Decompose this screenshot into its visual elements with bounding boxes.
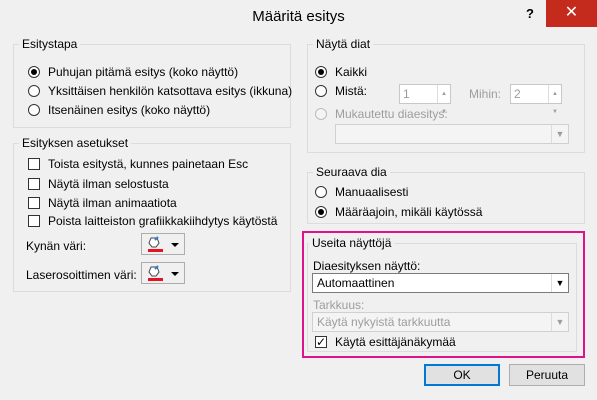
from-value: 1 [403, 87, 410, 101]
monitor-label: Diaesityksen näyttö: [313, 259, 421, 273]
radio-all-slides-label: Kaikki [335, 65, 368, 79]
pen-color-button[interactable] [141, 233, 185, 255]
spinner-arrows[interactable]: ▲ ▼ [548, 85, 561, 115]
radio-timings[interactable]: Määräajoin, mikäli käytössä [315, 203, 482, 221]
checkbox-disable-hw-accel-label: Poista laitteiston grafiikkakiihdytys kä… [48, 214, 278, 228]
radio-presenter[interactable]: Puhujan pitämä esitys (koko näyttö) [28, 63, 238, 81]
radio-kiosk-circle[interactable] [28, 104, 40, 116]
to-label: Mihin: [469, 87, 502, 101]
checkbox-no-animation[interactable]: Näytä ilman animaatiota [28, 194, 177, 212]
radio-manual[interactable]: Manuaalisesti [315, 183, 408, 201]
laser-pen-icon [148, 265, 179, 281]
pen-color-label: Kynän väri: [26, 239, 87, 253]
radio-custom-show-circle[interactable] [315, 108, 327, 120]
monitors-group-label: Useita näyttöjä [309, 236, 395, 250]
laser-color-button[interactable] [141, 262, 185, 284]
chevron-down-icon[interactable]: ▼ [551, 125, 568, 143]
radio-individual[interactable]: Yksittäisen henkilön katsottava esitys (… [28, 82, 292, 100]
from-spinner[interactable]: 1 ▲ ▼ [399, 84, 451, 115]
laser-color-label: Laserosoittimen väri: [26, 268, 137, 282]
radio-all-slides-circle[interactable] [315, 66, 327, 78]
radio-kiosk[interactable]: Itsenäinen esitys (koko näyttö) [28, 101, 210, 119]
close-button[interactable]: ✕ [546, 0, 597, 27]
pen-icon [148, 236, 179, 252]
chevron-down-icon [171, 243, 179, 247]
chevron-down-icon[interactable]: ▼ [551, 274, 568, 292]
dialog-title: Määritä esitys [252, 8, 345, 25]
radio-presenter-circle[interactable] [28, 66, 40, 78]
checkbox-no-animation-box[interactable] [28, 197, 40, 209]
to-value: 2 [514, 87, 521, 101]
help-button[interactable]: ? [523, 6, 537, 24]
checkbox-loop-label: Toista esitystä, kunnes painetaan Esc [48, 157, 249, 171]
radio-individual-label: Yksittäisen henkilön katsottava esitys (… [48, 84, 293, 98]
checkbox-presenter-view-label: Käytä esittäjänäkymää [335, 335, 456, 349]
radio-from[interactable]: Mistä: [315, 82, 367, 100]
laser-color-swatch [148, 278, 163, 281]
checkbox-loop[interactable]: Toista esitystä, kunnes painetaan Esc [28, 155, 248, 173]
checkbox-no-narration-box[interactable] [28, 178, 40, 190]
show-slides-group-label: Näytä diat [313, 37, 374, 51]
radio-individual-circle[interactable] [28, 85, 40, 97]
radio-custom-show[interactable]: Mukautettu diaesitys: [315, 105, 448, 123]
pen-color-swatch [148, 249, 163, 252]
resolution-dropdown[interactable]: Käytä nykyistä tarkkuutta ▼ [312, 312, 569, 332]
radio-manual-label: Manuaalisesti [335, 185, 409, 199]
chevron-down-icon[interactable]: ▼ [551, 313, 568, 331]
radio-kiosk-label: Itsenäinen esitys (koko näyttö) [48, 103, 211, 117]
monitor-dropdown[interactable]: Automaattinen ▼ [312, 273, 569, 293]
checkbox-disable-hw-accel-box[interactable] [28, 215, 40, 227]
radio-from-label: Mistä: [335, 84, 368, 98]
resolution-value: Käytä nykyistä tarkkuutta [317, 315, 451, 329]
checkbox-disable-hw-accel[interactable]: Poista laitteiston grafiikkakiihdytys kä… [28, 212, 277, 230]
radio-from-circle[interactable] [315, 85, 327, 97]
resolution-label: Tarkkuus: [313, 298, 365, 312]
radio-manual-circle[interactable] [315, 186, 327, 198]
monitor-value: Automaattinen [317, 276, 395, 290]
checkbox-no-narration-label: Näytä ilman selostusta [48, 177, 169, 191]
checkbox-presenter-view-box[interactable]: ✓ [315, 336, 327, 348]
checkbox-no-narration[interactable]: Näytä ilman selostusta [28, 175, 169, 193]
checkbox-presenter-view[interactable]: ✓ Käytä esittäjänäkymää [315, 333, 456, 351]
radio-timings-circle[interactable] [315, 206, 327, 218]
radio-all-slides[interactable]: Kaikki [315, 63, 367, 81]
radio-presenter-label: Puhujan pitämä esitys (koko näyttö) [48, 65, 239, 79]
checkbox-no-animation-label: Näytä ilman animaatiota [48, 196, 177, 210]
chevron-down-icon [171, 272, 179, 276]
spinner-arrows[interactable]: ▲ ▼ [437, 85, 450, 115]
ok-button[interactable]: OK [424, 364, 500, 386]
checkbox-loop-box[interactable] [28, 158, 40, 170]
show-options-group-label: Esityksen asetukset [19, 136, 132, 150]
show-type-group-label: Esitystapa [19, 37, 81, 51]
cancel-button[interactable]: Peruuta [509, 364, 585, 386]
radio-custom-show-label: Mukautettu diaesitys: [335, 107, 448, 121]
to-spinner[interactable]: 2 ▲ ▼ [510, 84, 562, 115]
radio-timings-label: Määräajoin, mikäli käytössä [335, 205, 483, 219]
custom-show-dropdown[interactable]: ▼ [335, 124, 569, 144]
advance-group-label: Seuraava dia [313, 165, 390, 179]
